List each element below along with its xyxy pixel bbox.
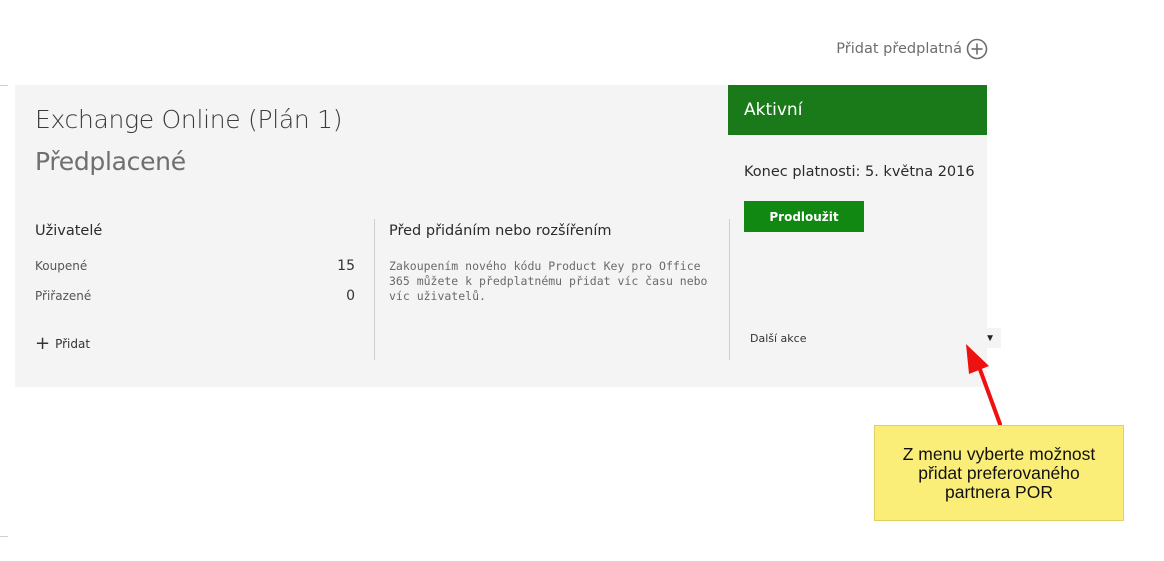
plus-circle-icon [966,38,988,60]
add-subscription-link[interactable]: Přidat předplatná [836,38,988,60]
subscription-subtitle: Předplacené [35,147,186,176]
plus-icon: + [35,333,51,354]
status-panel: Aktivní [728,85,987,135]
users-heading: Uživatelé [35,223,103,239]
instruction-callout: Z menu vyberte možnost přidat preferovan… [874,425,1124,521]
assigned-label: Přiřazené [35,289,92,303]
add-users-label: Přidat [55,337,91,351]
bought-value: 15 [337,258,355,274]
more-actions-label: Další akce [750,331,807,345]
subscription-title: Exchange Online (Plán 1) [35,105,343,134]
column-divider-2 [729,219,730,360]
column-divider-1 [374,219,375,360]
edge-tick-bottom [0,536,8,537]
bought-label: Koupené [35,259,88,273]
info-text: Zakoupením nového kódu Product Key pro O… [389,259,708,303]
more-actions-dropdown[interactable]: Další akce ▼ [744,328,1001,348]
renew-button[interactable]: Prodloužit [744,201,864,232]
dropdown-arrow-icon: ▼ [985,332,995,344]
add-subscription-label: Přidat předplatná [836,41,962,57]
assigned-value: 0 [346,288,355,304]
edge-tick-top [0,85,8,86]
status-label: Aktivní [744,100,803,120]
expiry-date: Konec platnosti: 5. května 2016 [744,164,975,180]
info-heading: Před přidáním nebo rozšířením [389,223,612,239]
callout-text: Z menu vyberte možnost přidat preferovan… [902,443,1096,502]
add-users-link[interactable]: + Přidat [35,333,91,354]
